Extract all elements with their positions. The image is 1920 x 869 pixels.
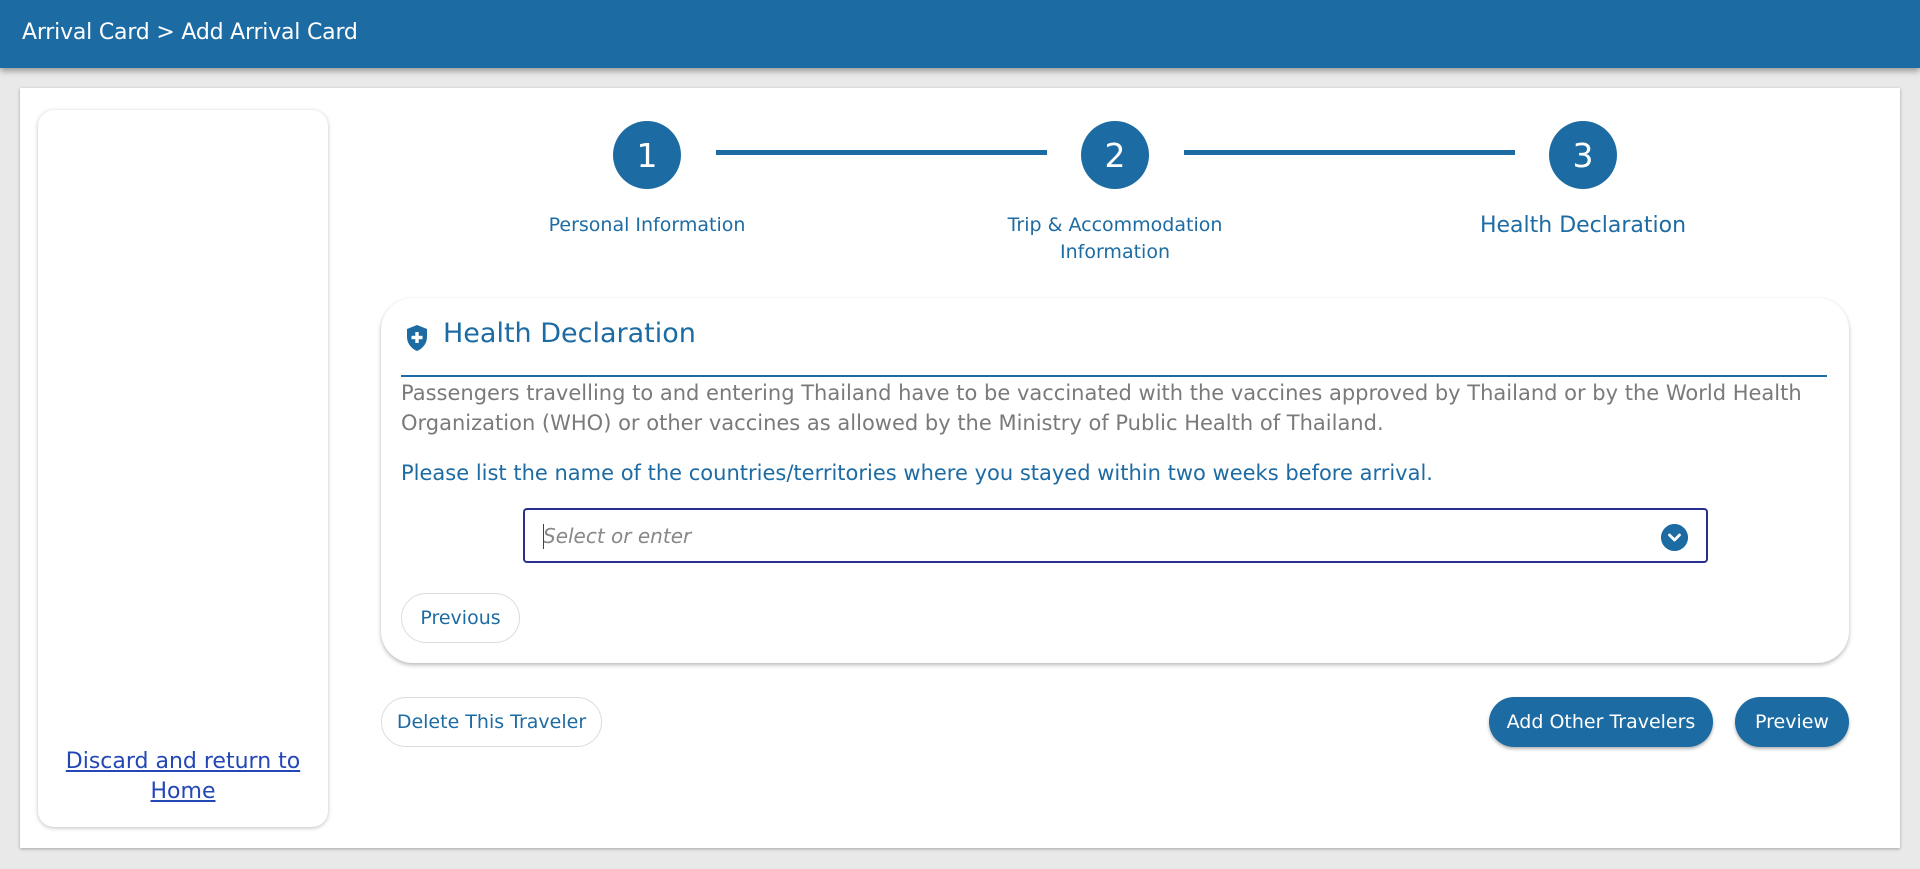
shield-plus-icon xyxy=(407,325,427,351)
text-cursor xyxy=(543,524,544,549)
step-2-label: Trip & Accommodation Information xyxy=(1007,214,1223,263)
vaccination-notice: Passengers travelling to and entering Th… xyxy=(401,381,1802,435)
countries-select[interactable] xyxy=(523,508,1708,563)
card-title: Health Declaration xyxy=(443,318,696,349)
title-divider xyxy=(401,375,1827,377)
countries-question: Please list the name of the countries/te… xyxy=(401,461,1433,485)
chevron-down-icon[interactable] xyxy=(1661,524,1688,551)
top-bar: Arrival Card > Add Arrival Card xyxy=(0,0,1920,68)
add-other-travelers-button[interactable]: Add Other Travelers xyxy=(1489,697,1713,747)
countries-select-input[interactable] xyxy=(543,522,1623,550)
discard-return-home-link[interactable]: Discard and return to Home xyxy=(38,747,328,807)
step-3-label: Health Declaration xyxy=(1479,213,1687,238)
step-3-circle[interactable]: 3 xyxy=(1549,121,1617,189)
step-2-circle[interactable]: 2 xyxy=(1081,121,1149,189)
step-connector-2-3 xyxy=(1184,150,1515,155)
step-connector-1-2 xyxy=(716,150,1047,155)
previous-button[interactable]: Previous xyxy=(401,593,520,643)
step-1-circle[interactable]: 1 xyxy=(613,121,681,189)
sidebar: Discard and return to Home xyxy=(38,110,328,827)
preview-button[interactable]: Preview xyxy=(1735,697,1849,747)
breadcrumb: Arrival Card > Add Arrival Card xyxy=(22,20,358,45)
delete-traveler-button[interactable]: Delete This Traveler xyxy=(381,697,602,747)
step-1-label: Personal Information xyxy=(548,214,746,236)
health-declaration-card: Health Declaration Passengers travelling… xyxy=(381,298,1849,663)
main-panel: Discard and return to Home 1 2 3 Persona… xyxy=(20,88,1900,848)
